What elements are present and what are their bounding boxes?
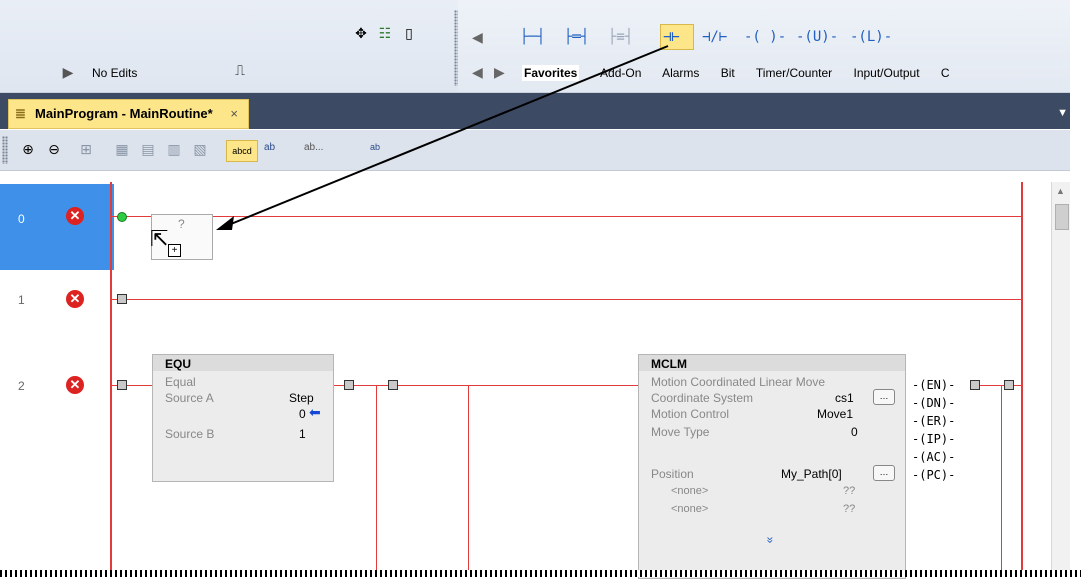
arrow-head-icon — [216, 216, 234, 230]
torn-bottom-edge — [0, 570, 1081, 577]
arrow-line — [225, 45, 669, 227]
drag-arrow-annotation — [216, 45, 669, 230]
torn-edge — [1070, 0, 1081, 577]
